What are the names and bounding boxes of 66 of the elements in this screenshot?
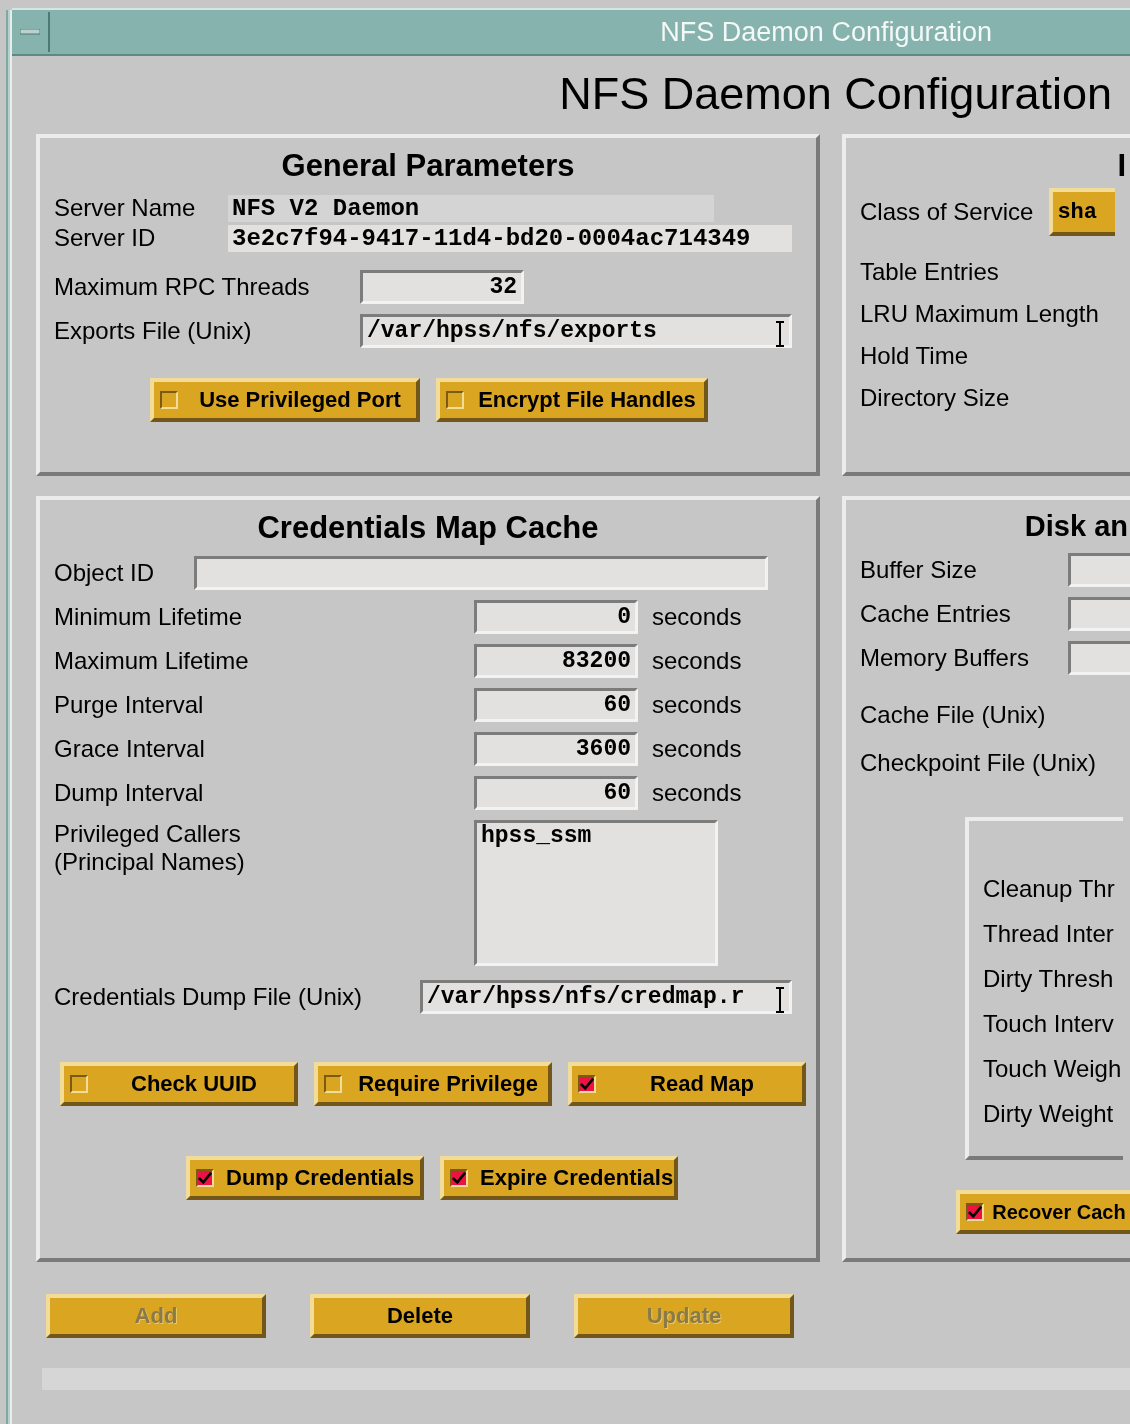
field-label: Hold Time <box>860 342 969 370</box>
field-label: Maximum RPC Threads <box>54 273 311 301</box>
field-label: Touch Interv <box>983 1010 1115 1038</box>
panel-title: General Parameters <box>280 148 576 184</box>
field-label: Maximum Lifetime <box>54 647 250 675</box>
text-field[interactable]: 3600 <box>474 732 638 766</box>
toggle-button[interactable]: Check UUID <box>60 1062 298 1106</box>
unit-label: seconds <box>652 603 742 631</box>
toggle-button[interactable]: Use Privileged Port <box>150 378 420 422</box>
field-label: Dirty Weight <box>983 1100 1115 1128</box>
field-label: Minimum Lifetime <box>54 603 244 631</box>
text-field[interactable] <box>1068 641 1130 675</box>
panel-title: Credentials Map Cache <box>256 510 600 546</box>
text-field[interactable]: /var/hpss/nfs/credmap.r <box>420 980 792 1014</box>
field-label: Server ID <box>54 224 157 252</box>
field-label: Table Entries <box>860 258 999 286</box>
field-label: Touch Weigh <box>983 1055 1123 1083</box>
field-label: Cleanup Thr <box>983 875 1116 903</box>
text-field[interactable] <box>1068 597 1130 631</box>
dropdown-button[interactable]: sha <box>1049 188 1116 236</box>
field-value: NFS V2 Daemon <box>228 194 714 222</box>
field-label: LRU Maximum Length <box>860 300 1099 328</box>
toggle-button[interactable]: Require Privilege <box>314 1062 552 1106</box>
unit-label: seconds <box>652 691 742 719</box>
toggle-button[interactable]: Read Map <box>568 1062 806 1106</box>
field-label: Purge Interval <box>54 691 205 719</box>
window-title: NFS Daemon Configuration <box>659 16 993 48</box>
action-button[interactable]: Delete <box>310 1294 530 1338</box>
page-heading: NFS Daemon Configuration <box>558 68 1113 120</box>
field-label: Object ID <box>54 559 156 587</box>
toggle-button[interactable]: Encrypt File Handles <box>436 378 708 422</box>
text-field[interactable]: 60 <box>474 776 638 810</box>
text-field[interactable] <box>1068 553 1130 587</box>
field-label: Directory Size <box>860 384 1010 412</box>
field-value: 3e2c7f94-9417-11d4-bd20-0004ac714349 <box>228 224 792 252</box>
text-field[interactable]: 60 <box>474 688 638 722</box>
text-field[interactable]: 32 <box>360 270 524 304</box>
panel-title: Disk an <box>1023 510 1128 543</box>
text-field[interactable]: /var/hpss/nfs/exports <box>360 314 792 348</box>
field-label: Exports File (Unix) <box>54 317 253 345</box>
field-label: Privileged Callers <box>54 820 242 848</box>
field-label: Server Name <box>54 194 197 222</box>
field-label: (Principal Names) <box>54 848 246 876</box>
field-label: Cache File (Unix) <box>860 701 1046 729</box>
field-label: Grace Interval <box>54 735 206 763</box>
minimize-icon <box>20 29 40 35</box>
unit-label: seconds <box>652 647 742 675</box>
toggle-button[interactable]: Recover Cach <box>956 1190 1130 1234</box>
text-area[interactable]: hpss_ssm <box>474 820 718 966</box>
unit-label: seconds <box>652 735 742 763</box>
field-label: Checkpoint File (Unix) <box>860 749 1097 777</box>
unit-label: seconds <box>652 779 742 807</box>
text-field[interactable]: 83200 <box>474 644 638 678</box>
field-label: Buffer Size <box>860 556 978 584</box>
field-label: Dump Interval <box>54 779 205 807</box>
field-label: Class of Service <box>860 198 1034 226</box>
toggle-button[interactable]: Dump Credentials <box>186 1156 424 1200</box>
text-field[interactable] <box>194 556 768 590</box>
field-label: Thread Inter <box>983 920 1115 948</box>
text-field[interactable]: 0 <box>474 600 638 634</box>
panel-title: I <box>1116 148 1126 184</box>
field-label: Dirty Thresh <box>983 965 1115 993</box>
toggle-button[interactable]: Expire Credentials <box>440 1156 678 1200</box>
field-label: Memory Buffers <box>860 644 1030 672</box>
field-label: Cache Entries <box>860 600 1012 628</box>
field-label: Credentials Dump File (Unix) <box>54 983 364 1011</box>
